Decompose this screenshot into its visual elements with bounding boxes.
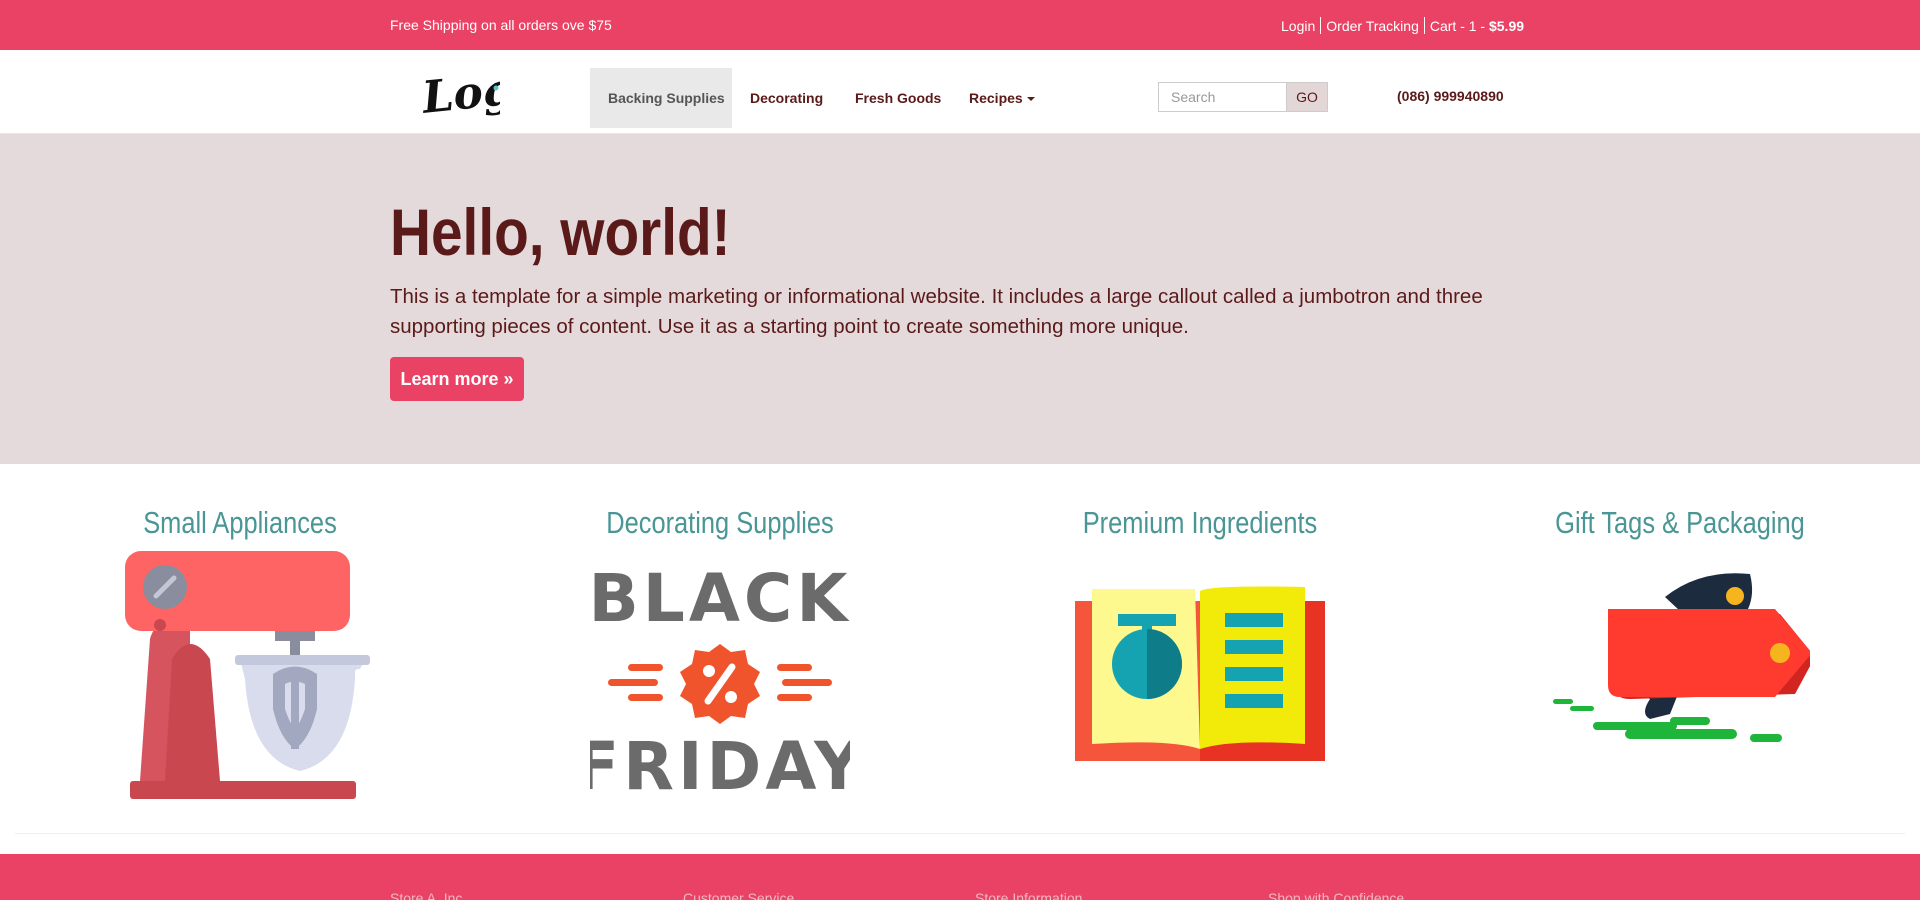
nav-item-backing-supplies[interactable]: Backing Supplies (590, 68, 732, 128)
search-go-button[interactable]: GO (1286, 82, 1328, 112)
logo-text: Logo (420, 61, 500, 125)
stand-mixer-icon (125, 551, 370, 799)
art-text-top: BLACK (590, 560, 850, 637)
top-bar: Free Shipping on all orders ove $75 Logi… (0, 0, 1920, 50)
section-divider (15, 833, 1905, 834)
footer-col-store-information: Store Information (975, 890, 1083, 900)
nav-item-fresh-goods[interactable]: Fresh Goods (855, 68, 941, 128)
cart-link[interactable]: Cart - 1 - $5.99 (1430, 18, 1524, 34)
footer-col-customer-service: Customer Service (683, 890, 795, 900)
art-text-bottom: FRIDAY (590, 728, 850, 805)
jumbotron-text: This is a template for a simple marketin… (390, 285, 1483, 338)
jumbotron: Hello, world! This is a template for a s… (0, 134, 1920, 464)
phone-number: (086) 999940890 (1397, 88, 1504, 104)
feature-small-appliances[interactable]: Small Appliances (75, 505, 405, 809)
footer-col-store: Store A, Inc (390, 890, 463, 900)
cart-label: Cart - 1 - (1429, 17, 1489, 34)
caret-down-icon (1026, 97, 1035, 102)
divider (1423, 17, 1425, 34)
feature-title: Small Appliances (143, 505, 337, 540)
nav-item-recipes[interactable]: Recipes (969, 68, 1035, 128)
feature-title: Decorating Supplies (606, 505, 834, 540)
feature-premium-ingredients[interactable]: Premium Ingredients (1035, 505, 1365, 809)
feature-title: Gift Tags & Packaging (1555, 505, 1805, 540)
nav-item-label: Fresh Goods (855, 90, 942, 106)
cart-price: $5.99 (1488, 17, 1525, 34)
account-links: Login Order Tracking Cart - 1 - $5.99 (1281, 17, 1524, 34)
shipping-notice: Free Shipping on all orders ove $75 (390, 17, 612, 33)
logo[interactable]: Logo (418, 51, 545, 133)
login-link[interactable]: Login (1281, 18, 1315, 34)
nav-item-label: Recipes (969, 90, 1023, 106)
nav-item-label: Decorating (750, 90, 824, 106)
footer: Store A, Inc Customer Service Store Info… (0, 854, 1920, 900)
black-friday-icon: BLACK FRIDAY (590, 560, 850, 805)
order-tracking-link[interactable]: Order Tracking (1326, 18, 1419, 34)
jumbotron-title: Hello, world! (390, 195, 731, 269)
nav-item-decorating[interactable]: Decorating (750, 68, 823, 128)
nav-item-label: Backing Supplies (608, 90, 725, 106)
learn-more-button[interactable]: Learn more » (390, 357, 524, 401)
feature-gift-tags-packaging[interactable]: Gift Tags & Packaging (1515, 505, 1845, 809)
feature-title: Premium Ingredients (1082, 505, 1318, 540)
divider (1320, 17, 1322, 34)
navbar: Logo Backing Supplies Decorating Fresh G… (0, 50, 1920, 134)
footer-col-shop-with-confidence: Shop with Confidence (1268, 890, 1405, 900)
search-input[interactable] (1158, 82, 1287, 112)
recipe-book-icon (1075, 586, 1325, 761)
feature-decorating-supplies[interactable]: Decorating Supplies BLACK FRIDAY (555, 505, 885, 809)
flying-tag-icon (1553, 573, 1810, 742)
logo-icon: Logo (418, 61, 545, 125)
